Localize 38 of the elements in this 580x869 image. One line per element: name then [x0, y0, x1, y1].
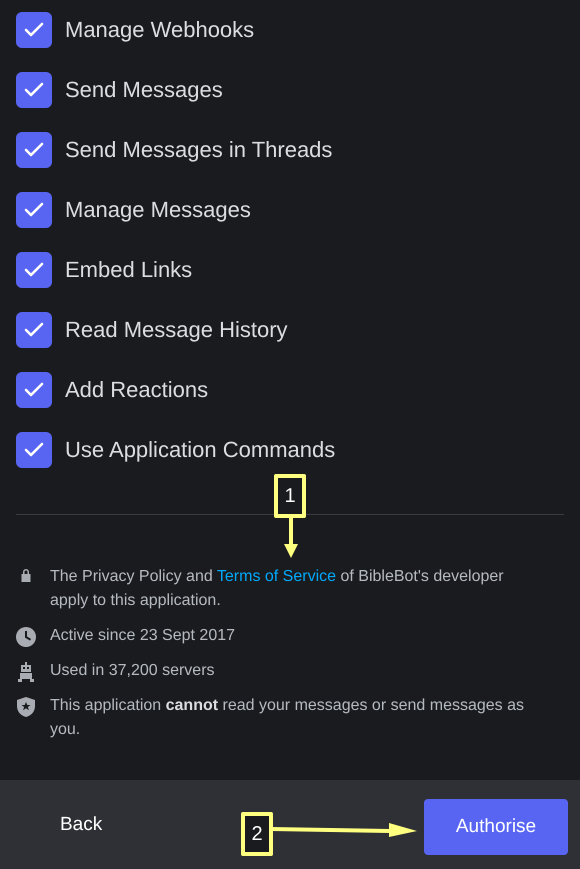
shield-icon — [17, 697, 35, 717]
lock-icon — [20, 568, 32, 582]
authorise-button[interactable]: Authorise — [424, 798, 568, 854]
callout-number: 1 — [274, 474, 306, 518]
back-button[interactable]: Back — [40, 806, 122, 844]
check-icon — [24, 442, 44, 458]
clock-icon — [16, 627, 36, 647]
check-icon — [24, 262, 44, 278]
checkbox[interactable] — [16, 12, 52, 48]
check-icon — [24, 142, 44, 158]
info-text: The Privacy Policy and Terms of Service of BibleBot's developer apply to this application. — [50, 567, 505, 611]
check-icon — [24, 22, 44, 38]
info-text: Used in 37,200 servers — [50, 661, 215, 681]
robot-icon — [16, 662, 36, 682]
permission-label: Add Reactions — [65, 376, 208, 404]
checkbox[interactable] — [16, 252, 52, 288]
check-icon — [24, 382, 44, 398]
permission-label: Manage Messages — [65, 196, 251, 224]
check-icon — [24, 322, 44, 338]
callout-arrow — [284, 516, 298, 558]
permission-label: Manage Webhooks — [65, 16, 254, 44]
checkbox[interactable] — [16, 192, 52, 228]
permission-label: Embed Links — [65, 256, 192, 284]
check-icon — [24, 202, 44, 218]
permission-label: Send Messages — [65, 76, 223, 104]
checkbox[interactable] — [16, 432, 52, 468]
check-icon — [24, 82, 44, 98]
checkbox[interactable] — [16, 72, 52, 108]
info-text: This application cannot read your messages or send messages as you. — [50, 696, 526, 740]
checkbox[interactable] — [16, 312, 52, 348]
checkbox[interactable] — [16, 372, 52, 408]
permission-label: Use Application Commands — [65, 436, 336, 464]
checkbox[interactable] — [16, 132, 52, 168]
info-text: Active since 23 Sept 2017 — [50, 626, 236, 646]
terms-link[interactable]: Terms of Service — [216, 568, 336, 585]
permission-label: Send Messages in Threads — [65, 136, 332, 164]
permission-label: Read Message History — [65, 316, 288, 344]
callout-number: 2 — [241, 812, 273, 856]
